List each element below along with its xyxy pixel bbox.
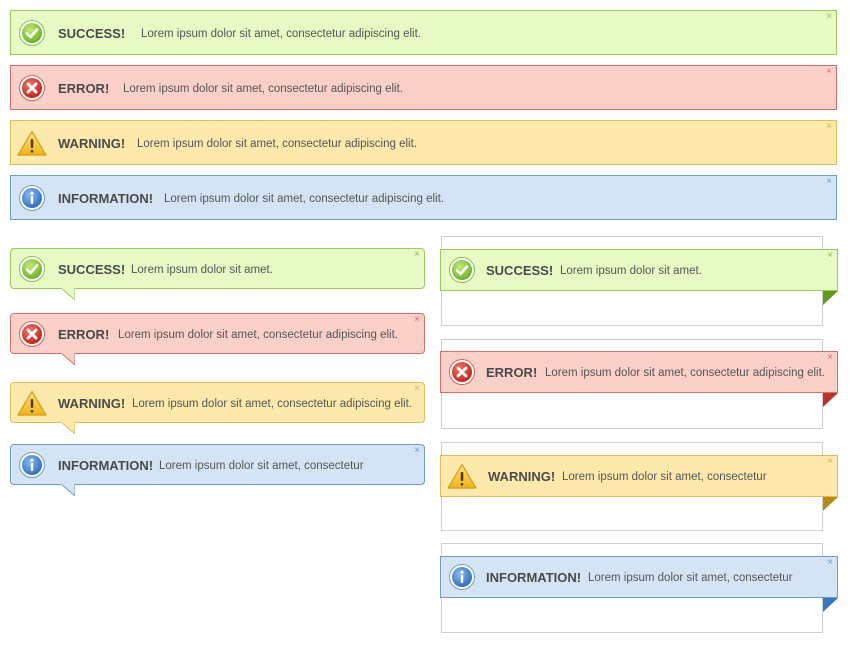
ribbon-text: Lorem ipsum dolor sit amet, consectetur … [545,367,825,379]
bubble-title: ERROR! [58,327,110,342]
error-ribbon: ERROR! Lorem ipsum dolor sit amet, conse… [440,351,838,407]
bubble-tail [61,422,75,434]
check-icon [449,257,475,283]
bubble-title: WARNING! [58,396,126,411]
success-bubble: SUCCESS! Lorem ipsum dolor sit amet. × [10,248,425,300]
ribbon-title: INFORMATION! [486,570,582,585]
bubble-title: INFORMATION! [58,458,154,473]
error-alert-bar: ERROR! Lorem ipsum dolor sit amet, conse… [10,65,837,110]
alert-title: ERROR! [58,81,110,96]
cross-icon [449,359,475,385]
bubble-tail [61,353,75,365]
success-ribbon: SUCCESS! Lorem ipsum dolor sit amet. × [440,249,838,305]
bubble-text: Lorem ipsum dolor sit amet, consectetur … [118,329,398,341]
bubble-title: SUCCESS! [58,262,126,277]
close-icon[interactable]: × [826,12,832,22]
error-bubble: ERROR! Lorem ipsum dolor sit amet, conse… [10,313,425,365]
info-icon [449,564,475,590]
close-icon[interactable]: × [827,353,833,363]
warning-alert-bar: WARNING! Lorem ipsum dolor sit amet, con… [10,120,837,165]
info-alert-bar: INFORMATION! Lorem ipsum dolor sit amet,… [10,175,837,220]
warning-triangle-icon [17,390,47,416]
warning-triangle-icon [17,130,47,156]
alert-text: Lorem ipsum dolor sit amet, consectetur … [123,83,403,95]
info-icon [19,185,45,211]
info-bubble: INFORMATION! Lorem ipsum dolor sit amet,… [10,444,425,496]
alert-text: Lorem ipsum dolor sit amet, consectetur … [137,138,417,150]
alert-title: INFORMATION! [58,191,154,206]
alert-title: WARNING! [58,136,126,151]
ribbon-fold [823,393,838,407]
ribbon-title: WARNING! [488,469,556,484]
cross-icon [19,75,45,101]
bubble-tail [61,484,75,496]
info-ribbon: INFORMATION! Lorem ipsum dolor sit amet,… [440,556,838,612]
warning-triangle-icon [447,463,477,489]
close-icon[interactable]: × [826,122,832,132]
bubble-text: Lorem ipsum dolor sit amet, consectetur [159,460,364,472]
ribbon-fold [823,497,838,511]
close-icon[interactable]: × [826,67,832,77]
ribbon-text: Lorem ipsum dolor sit amet, consectetur [562,471,767,483]
success-alert-bar: SUCCESS! Lorem ipsum dolor sit amet, con… [10,10,837,55]
ribbon-fold [823,598,838,612]
close-icon[interactable]: × [414,315,420,325]
ribbon-fold [823,291,838,305]
ribbon-text: Lorem ipsum dolor sit amet, consectetur [588,572,793,584]
close-icon[interactable]: × [414,384,420,394]
warning-bubble: WARNING! Lorem ipsum dolor sit amet, con… [10,382,425,434]
ribbon-title: ERROR! [486,365,538,380]
bubble-text: Lorem ipsum dolor sit amet, consectetur … [132,398,412,410]
ribbon-title: SUCCESS! [486,263,554,278]
check-icon [19,256,45,282]
close-icon[interactable]: × [414,250,420,260]
bubble-text: Lorem ipsum dolor sit amet. [131,264,273,276]
check-icon [19,20,45,46]
close-icon[interactable]: × [827,558,833,568]
cross-icon [19,321,45,347]
alert-text: Lorem ipsum dolor sit amet, consectetur … [141,28,421,40]
alert-text: Lorem ipsum dolor sit amet, consectetur … [164,193,444,205]
alert-title: SUCCESS! [58,26,126,41]
close-icon[interactable]: × [827,251,833,261]
close-icon[interactable]: × [826,177,832,187]
bubble-tail [61,288,75,300]
close-icon[interactable]: × [827,457,833,467]
close-icon[interactable]: × [414,446,420,456]
warning-ribbon: WARNING! Lorem ipsum dolor sit amet, con… [440,455,838,511]
ribbon-text: Lorem ipsum dolor sit amet. [560,265,702,277]
info-icon [19,452,45,478]
